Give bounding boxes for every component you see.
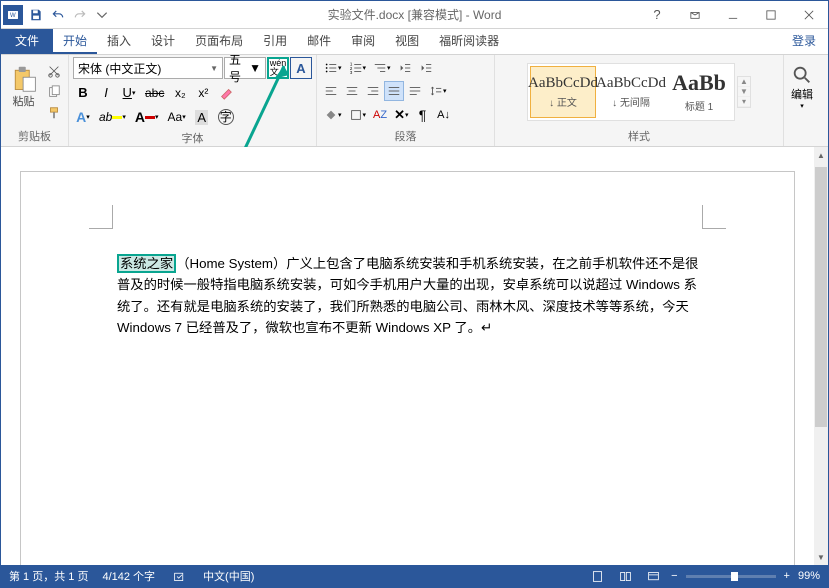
word-app-icon: W bbox=[3, 5, 23, 25]
qa-customize-icon[interactable] bbox=[91, 4, 113, 26]
char-shading-icon[interactable]: A bbox=[192, 107, 212, 128]
scroll-thumb[interactable] bbox=[815, 167, 827, 427]
redo-icon[interactable] bbox=[69, 4, 91, 26]
tab-mail[interactable]: 邮件 bbox=[297, 28, 341, 54]
style-normal[interactable]: AaBbCcDd ↓ 正文 bbox=[530, 66, 596, 118]
enclose-char-icon[interactable]: 字 bbox=[215, 106, 237, 128]
style-gallery[interactable]: AaBbCcDd ↓ 正文 AaBbCcDd ↓ 无间隔 AaBb 标题 1 bbox=[527, 63, 735, 121]
maximize-icon[interactable] bbox=[752, 1, 790, 29]
close-icon[interactable] bbox=[790, 1, 828, 29]
window-title: 实验文件.docx [兼容模式] - Word bbox=[328, 6, 502, 23]
zoom-out-icon[interactable]: − bbox=[671, 570, 677, 582]
minimize-icon[interactable] bbox=[714, 1, 752, 29]
number-list-icon[interactable]: 123▾ bbox=[346, 58, 370, 78]
text-effect-icon[interactable]: A▾ bbox=[73, 106, 93, 128]
decrease-indent-icon[interactable] bbox=[395, 58, 415, 78]
spellcheck-icon[interactable] bbox=[169, 566, 189, 586]
language-indicator[interactable]: 中文(中国) bbox=[203, 568, 254, 584]
undo-icon[interactable] bbox=[47, 4, 69, 26]
distribute-icon[interactable] bbox=[405, 81, 425, 101]
phonetic-guide-button[interactable]: wén文 bbox=[267, 57, 289, 79]
align-center-icon[interactable] bbox=[342, 81, 362, 101]
shading-icon[interactable]: ▾ bbox=[321, 105, 345, 125]
italic-icon[interactable]: I bbox=[96, 82, 116, 103]
tab-design[interactable]: 设计 bbox=[141, 28, 185, 54]
find-button[interactable]: 编辑 ▾ bbox=[788, 57, 816, 117]
zoom-in-icon[interactable]: + bbox=[784, 570, 790, 582]
statusbar: 第 1 页，共 1 页 4/142 个字 中文(中国) − + 99% bbox=[1, 565, 828, 587]
clipboard-group-label: 剪贴板 bbox=[5, 126, 64, 146]
paragraph-group-label: 段落 bbox=[321, 126, 490, 146]
font-name-select[interactable]: 宋体 (中文正文)▼ bbox=[73, 57, 223, 79]
titlebar: W 实验文件.docx [兼容模式] - Word ? bbox=[1, 1, 828, 29]
zoom-slider[interactable] bbox=[686, 575, 776, 578]
styles-group-label: 样式 bbox=[499, 126, 779, 146]
word-count[interactable]: 4/142 个字 bbox=[102, 568, 155, 584]
paste-button[interactable]: 粘贴 bbox=[5, 57, 42, 117]
align-justify-icon[interactable] bbox=[384, 81, 404, 101]
scroll-down-icon[interactable]: ▼ bbox=[814, 549, 828, 565]
increase-indent-icon[interactable] bbox=[416, 58, 436, 78]
bullet-list-icon[interactable]: ▾ bbox=[321, 58, 345, 78]
cut-icon[interactable] bbox=[44, 61, 64, 81]
bold-icon[interactable]: B bbox=[73, 82, 93, 103]
superscript-icon[interactable]: x² bbox=[193, 83, 213, 103]
char-border-button[interactable]: A bbox=[290, 57, 312, 79]
ribbon-tabs: 文件 开始 插入 设计 页面布局 引用 邮件 审阅 视图 福昕阅读器 登录 bbox=[1, 29, 828, 55]
font-group-label: 字体 bbox=[73, 128, 312, 148]
ribbon: 粘贴 剪贴板 宋体 (中文正文)▼ 五号▼ wén文 A B I U▾ abc bbox=[1, 55, 828, 147]
asian-layout-icon[interactable]: ✕▾ bbox=[391, 104, 411, 126]
format-painter-icon[interactable] bbox=[44, 103, 64, 123]
margin-corner-tr bbox=[702, 205, 726, 229]
login-link[interactable]: 登录 bbox=[780, 28, 828, 54]
style-heading1[interactable]: AaBb 标题 1 bbox=[666, 66, 732, 118]
multilevel-list-icon[interactable]: ▾ bbox=[370, 58, 394, 78]
sort2-icon[interactable]: A↓ bbox=[434, 105, 454, 125]
highlight-icon[interactable]: ab▾ bbox=[96, 107, 129, 127]
view-read-icon[interactable] bbox=[615, 566, 635, 586]
font-color-icon[interactable]: A▾ bbox=[132, 106, 162, 128]
scroll-up-icon[interactable]: ▲ bbox=[814, 147, 828, 163]
align-left-icon[interactable] bbox=[321, 81, 341, 101]
view-print-icon[interactable] bbox=[587, 566, 607, 586]
page-indicator[interactable]: 第 1 页，共 1 页 bbox=[9, 568, 88, 584]
style-gallery-arrows[interactable]: ▲▼▾ bbox=[737, 76, 751, 108]
borders-icon[interactable]: ▾ bbox=[346, 105, 370, 125]
sort-icon[interactable]: AZ bbox=[370, 105, 390, 125]
tab-view[interactable]: 视图 bbox=[385, 28, 429, 54]
tab-home[interactable]: 开始 bbox=[53, 28, 97, 54]
highlighted-text[interactable]: 系统之家 bbox=[117, 254, 176, 273]
clear-format-icon[interactable] bbox=[216, 83, 236, 103]
show-marks-icon[interactable]: ¶ bbox=[413, 104, 433, 126]
copy-icon[interactable] bbox=[44, 82, 64, 102]
tab-file[interactable]: 文件 bbox=[1, 28, 53, 54]
tab-references[interactable]: 引用 bbox=[253, 28, 297, 54]
underline-icon[interactable]: U▾ bbox=[119, 82, 139, 103]
margin-corner-tl bbox=[89, 205, 113, 229]
save-icon[interactable] bbox=[25, 4, 47, 26]
font-size-select[interactable]: 五号▼ bbox=[224, 57, 266, 79]
page bbox=[20, 171, 795, 565]
svg-text:W: W bbox=[10, 13, 16, 19]
tab-review[interactable]: 审阅 bbox=[341, 28, 385, 54]
document-area[interactable]: 系统之家（Home System）广义上包含了电脑系统安装和手机系统安装，在之前… bbox=[1, 147, 814, 565]
vertical-scrollbar[interactable]: ▲ ▼ bbox=[814, 147, 828, 565]
grow-font-icon[interactable]: Aa▾ bbox=[165, 107, 189, 127]
ribbon-display-icon[interactable] bbox=[676, 1, 714, 29]
align-right-icon[interactable] bbox=[363, 81, 383, 101]
style-nospace[interactable]: AaBbCcDd ↓ 无间隔 bbox=[598, 66, 664, 118]
subscript-icon[interactable]: x₂ bbox=[170, 83, 190, 103]
body-text[interactable]: （Home System）广义上包含了电脑系统安装和手机系统安装，在之前手机软件… bbox=[117, 256, 698, 335]
line-spacing-icon[interactable]: ▾ bbox=[426, 81, 450, 101]
help-icon[interactable]: ? bbox=[638, 1, 676, 29]
zoom-value[interactable]: 99% bbox=[798, 570, 820, 582]
paste-label: 粘贴 bbox=[13, 93, 35, 109]
svg-text:3: 3 bbox=[349, 70, 352, 75]
view-web-icon[interactable] bbox=[643, 566, 663, 586]
tab-insert[interactable]: 插入 bbox=[97, 28, 141, 54]
strikethrough-icon[interactable]: abc bbox=[142, 83, 167, 103]
document-body[interactable]: 系统之家（Home System）广义上包含了电脑系统安装和手机系统安装，在之前… bbox=[117, 253, 704, 338]
tab-foxit[interactable]: 福昕阅读器 bbox=[429, 28, 509, 54]
